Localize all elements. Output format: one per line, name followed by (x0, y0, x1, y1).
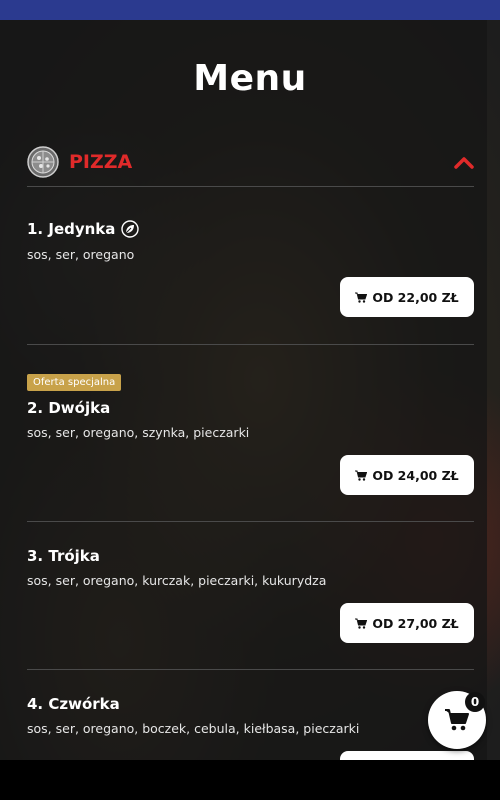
leaf-icon (121, 220, 140, 238)
pizza-icon (27, 146, 59, 178)
page-title: Menu (193, 58, 307, 99)
cart-icon (355, 618, 368, 629)
price-label: OD 24,00 ZŁ (372, 467, 459, 483)
item-description: sos, ser, oregano, szynka, pieczarki (27, 425, 250, 440)
add-to-cart-button[interactable]: OD 22,00 ZŁ (340, 277, 474, 317)
cart-icon (355, 292, 368, 303)
price-label: OD 22,00 ZŁ (372, 289, 459, 305)
add-to-cart-button[interactable]: OD 27,00 ZŁ (340, 603, 474, 643)
item-title: 4. Czwórka (27, 695, 120, 713)
price-label: OD 27,00 ZŁ (372, 615, 459, 631)
item-name: 1. Jedynka (27, 220, 140, 238)
item-description: sos, ser, oregano, kurczak, pieczarki, k… (27, 573, 327, 588)
cart-count-badge: 0 (465, 692, 485, 712)
item-description: sos, ser, oregano, boczek, cebula, kiełb… (27, 721, 360, 736)
navigation-bar (0, 760, 500, 800)
special-offer-badge: Oferta specjalna (27, 374, 122, 391)
item-description: sos, ser, oregano (27, 247, 135, 262)
add-to-cart-button[interactable]: OD 24,00 ZŁ (340, 455, 474, 495)
item-name: 4. Czwórka (27, 695, 120, 713)
cart-icon (355, 470, 368, 481)
section-header-pizza[interactable]: PIZZA (27, 138, 474, 186)
divider (27, 344, 474, 345)
divider (27, 186, 474, 187)
chevron-up-icon[interactable] (454, 155, 474, 169)
item-title: 3. Trójka (27, 547, 100, 565)
section-title: PIZZA (69, 151, 133, 173)
add-to-cart-button[interactable] (340, 751, 474, 760)
item-title: 2. Dwójka (27, 399, 111, 417)
divider (27, 669, 474, 670)
divider (27, 521, 474, 522)
item-name: 3. Trójka (27, 547, 100, 565)
item-title: 1. Jedynka (27, 220, 116, 238)
status-bar (0, 0, 500, 20)
cart-icon (445, 709, 469, 731)
item-name: 2. Dwójka (27, 399, 110, 417)
